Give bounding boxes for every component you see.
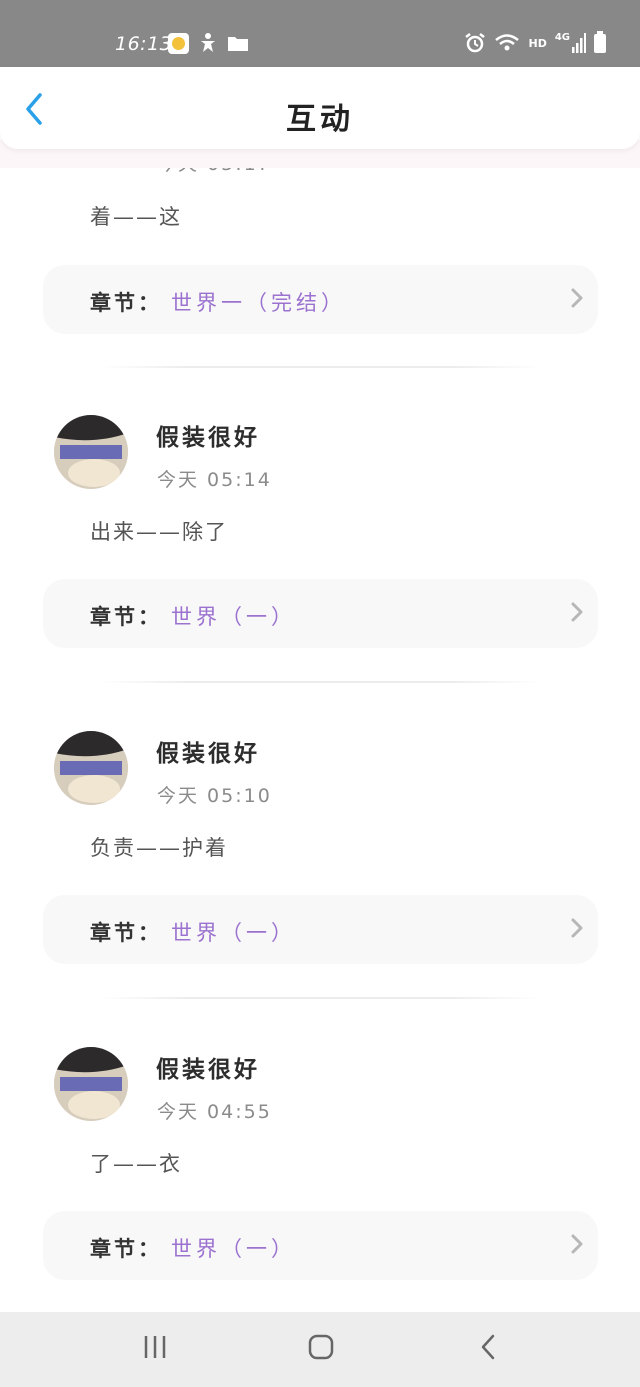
comment-text: 负责——护着 — [90, 836, 228, 860]
accessibility-icon — [201, 33, 215, 52]
chapter-link[interactable]: 章节： 世界（一） — [43, 1211, 598, 1280]
comment-time: 今天 05:14 — [157, 469, 272, 491]
list-item: 假装很好 今天 05:14 出来——除了 章节： 世界（一） — [0, 398, 640, 713]
chevron-right-icon — [571, 918, 583, 938]
hd-label: HD — [528, 36, 547, 50]
username[interactable]: 假装很好 — [156, 734, 260, 768]
app-header: 互动 — [0, 67, 640, 149]
comment-text: 着——这 — [90, 205, 182, 229]
divider — [100, 681, 540, 683]
avatar-image — [54, 1047, 128, 1121]
avatar[interactable] — [54, 731, 128, 805]
chevron-right-icon — [571, 1234, 583, 1254]
chapter-link[interactable]: 章节： 世界（一） — [43, 579, 598, 648]
chapter-name: 世界（一） — [171, 921, 296, 945]
status-time: 16:13 — [115, 33, 173, 55]
divider — [100, 366, 540, 368]
signal-icon — [572, 33, 586, 53]
wifi-icon — [495, 34, 520, 51]
chevron-right-icon — [571, 288, 583, 308]
avatar-image — [54, 415, 128, 489]
list-item: 假装很好 今天 04:55 了——衣 章节： 世界（一） — [0, 1030, 640, 1312]
status-bar: 16:13 HD 4G — [0, 0, 640, 67]
comment-time: 今天 04:55 — [157, 1101, 272, 1123]
home-icon[interactable] — [306, 1332, 336, 1362]
username[interactable]: 假装很好 — [156, 418, 260, 452]
chapter-link[interactable]: 章节： 世界（一） — [43, 895, 598, 964]
recent-apps-icon[interactable] — [140, 1332, 170, 1362]
chapter-prefix: 章节： — [90, 1237, 162, 1261]
alarm-icon — [465, 33, 486, 53]
chapter-prefix: 章节： — [90, 291, 162, 315]
status-icons-left — [168, 32, 249, 54]
battery-icon — [594, 30, 606, 53]
folder-icon — [228, 37, 248, 51]
chapter-name: 世界（一） — [171, 605, 296, 629]
avatar-image — [54, 731, 128, 805]
app-notification-icon — [168, 32, 189, 54]
back-icon[interactable] — [474, 1332, 504, 1362]
avatar[interactable] — [54, 415, 128, 489]
chapter-prefix: 章节： — [90, 921, 162, 945]
username[interactable]: 假装很好 — [156, 1050, 260, 1084]
list-item: 假装很好 今天 05:10 负责——护着 章节： 世界（一） — [0, 714, 640, 1029]
chapter-prefix: 章节： — [90, 605, 162, 629]
avatar[interactable] — [54, 1047, 128, 1121]
chevron-right-icon — [571, 602, 583, 622]
system-nav-bar — [0, 1312, 640, 1387]
comment-text: 了——衣 — [90, 1152, 182, 1176]
interaction-list: 今天 05:1? 着——这 章节： 世界一（完结） 假装很好 今天 05:14 … — [0, 149, 640, 1312]
comment-text: 出来——除了 — [90, 520, 228, 544]
page-title: 互动 — [286, 102, 354, 137]
status-icons-right: HD 4G — [464, 30, 606, 54]
chapter-link[interactable]: 章节： 世界一（完结） — [43, 265, 598, 334]
chapter-name: 世界（一） — [171, 1237, 296, 1261]
signal-label: 4G — [554, 32, 570, 43]
chapter-name: 世界一（完结） — [171, 291, 346, 315]
comment-time: 今天 05:10 — [157, 785, 272, 807]
divider — [100, 997, 540, 999]
